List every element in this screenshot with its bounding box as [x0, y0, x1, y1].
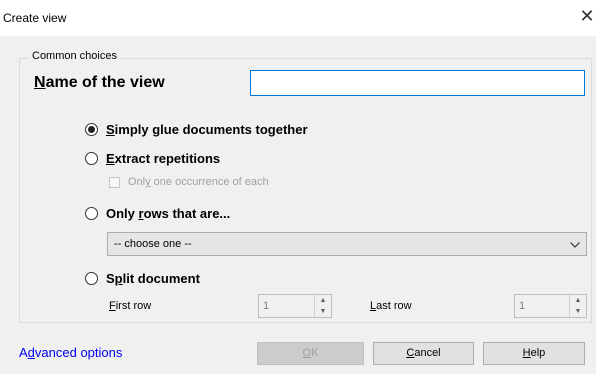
spin-up-icon[interactable]: ▲ [570, 295, 586, 306]
name-of-view-input[interactable] [250, 70, 585, 96]
radio-simply-glue-button[interactable] [85, 123, 98, 136]
title-bar [0, 0, 596, 36]
choose-one-select[interactable]: -- choose one -- [107, 232, 587, 256]
last-row-value: 1 [519, 300, 526, 312]
window-title: Create view [3, 11, 67, 25]
radio-simply-glue-label: Simply glue documents together [106, 122, 308, 137]
advanced-options-link[interactable]: Advanced options [19, 345, 122, 360]
checkbox-only-one-occurrence[interactable]: Only one occurrence of each [109, 176, 269, 188]
spinner-arrows: ▲ ▼ [314, 295, 331, 317]
radio-extract-repetitions-button[interactable] [85, 152, 98, 165]
radio-only-rows[interactable]: Only rows that are... [85, 206, 230, 221]
ok-button[interactable]: OK [257, 342, 364, 365]
radio-split-document-label: Split document [106, 271, 200, 286]
only-one-occurrence-checkbox[interactable] [109, 176, 120, 188]
group-label: Common choices [29, 50, 120, 62]
first-row-spinner[interactable]: 1 ▲ ▼ [258, 294, 332, 318]
chevron-down-icon [570, 237, 580, 251]
radio-split-document-button[interactable] [85, 272, 98, 285]
close-icon[interactable]: ✕ [578, 6, 596, 26]
choose-one-value: -- choose one -- [114, 238, 192, 250]
radio-simply-glue[interactable]: Simply glue documents together [85, 122, 308, 137]
first-row-label: First row [109, 300, 152, 312]
radio-extract-repetitions-label: Extract repetitions [106, 151, 221, 166]
radio-only-rows-label: Only rows that are... [106, 206, 231, 221]
spin-down-icon[interactable]: ▼ [570, 306, 586, 317]
radio-split-document[interactable]: Split document [85, 271, 200, 286]
radio-only-rows-button[interactable] [85, 207, 98, 220]
last-row-label: Last row [370, 300, 412, 312]
spinner-arrows: ▲ ▼ [569, 295, 586, 317]
radio-extract-repetitions[interactable]: Extract repetitions [85, 151, 220, 166]
spin-up-icon[interactable]: ▲ [315, 295, 331, 306]
cancel-button[interactable]: Cancel [373, 342, 474, 365]
spin-down-icon[interactable]: ▼ [315, 306, 331, 317]
only-one-occurrence-label: Only one occurrence of each [128, 176, 269, 188]
last-row-spinner[interactable]: 1 ▲ ▼ [514, 294, 587, 318]
name-of-view-label: Name of the view [34, 74, 165, 91]
first-row-value: 1 [263, 300, 270, 312]
help-button[interactable]: Help [483, 342, 585, 365]
